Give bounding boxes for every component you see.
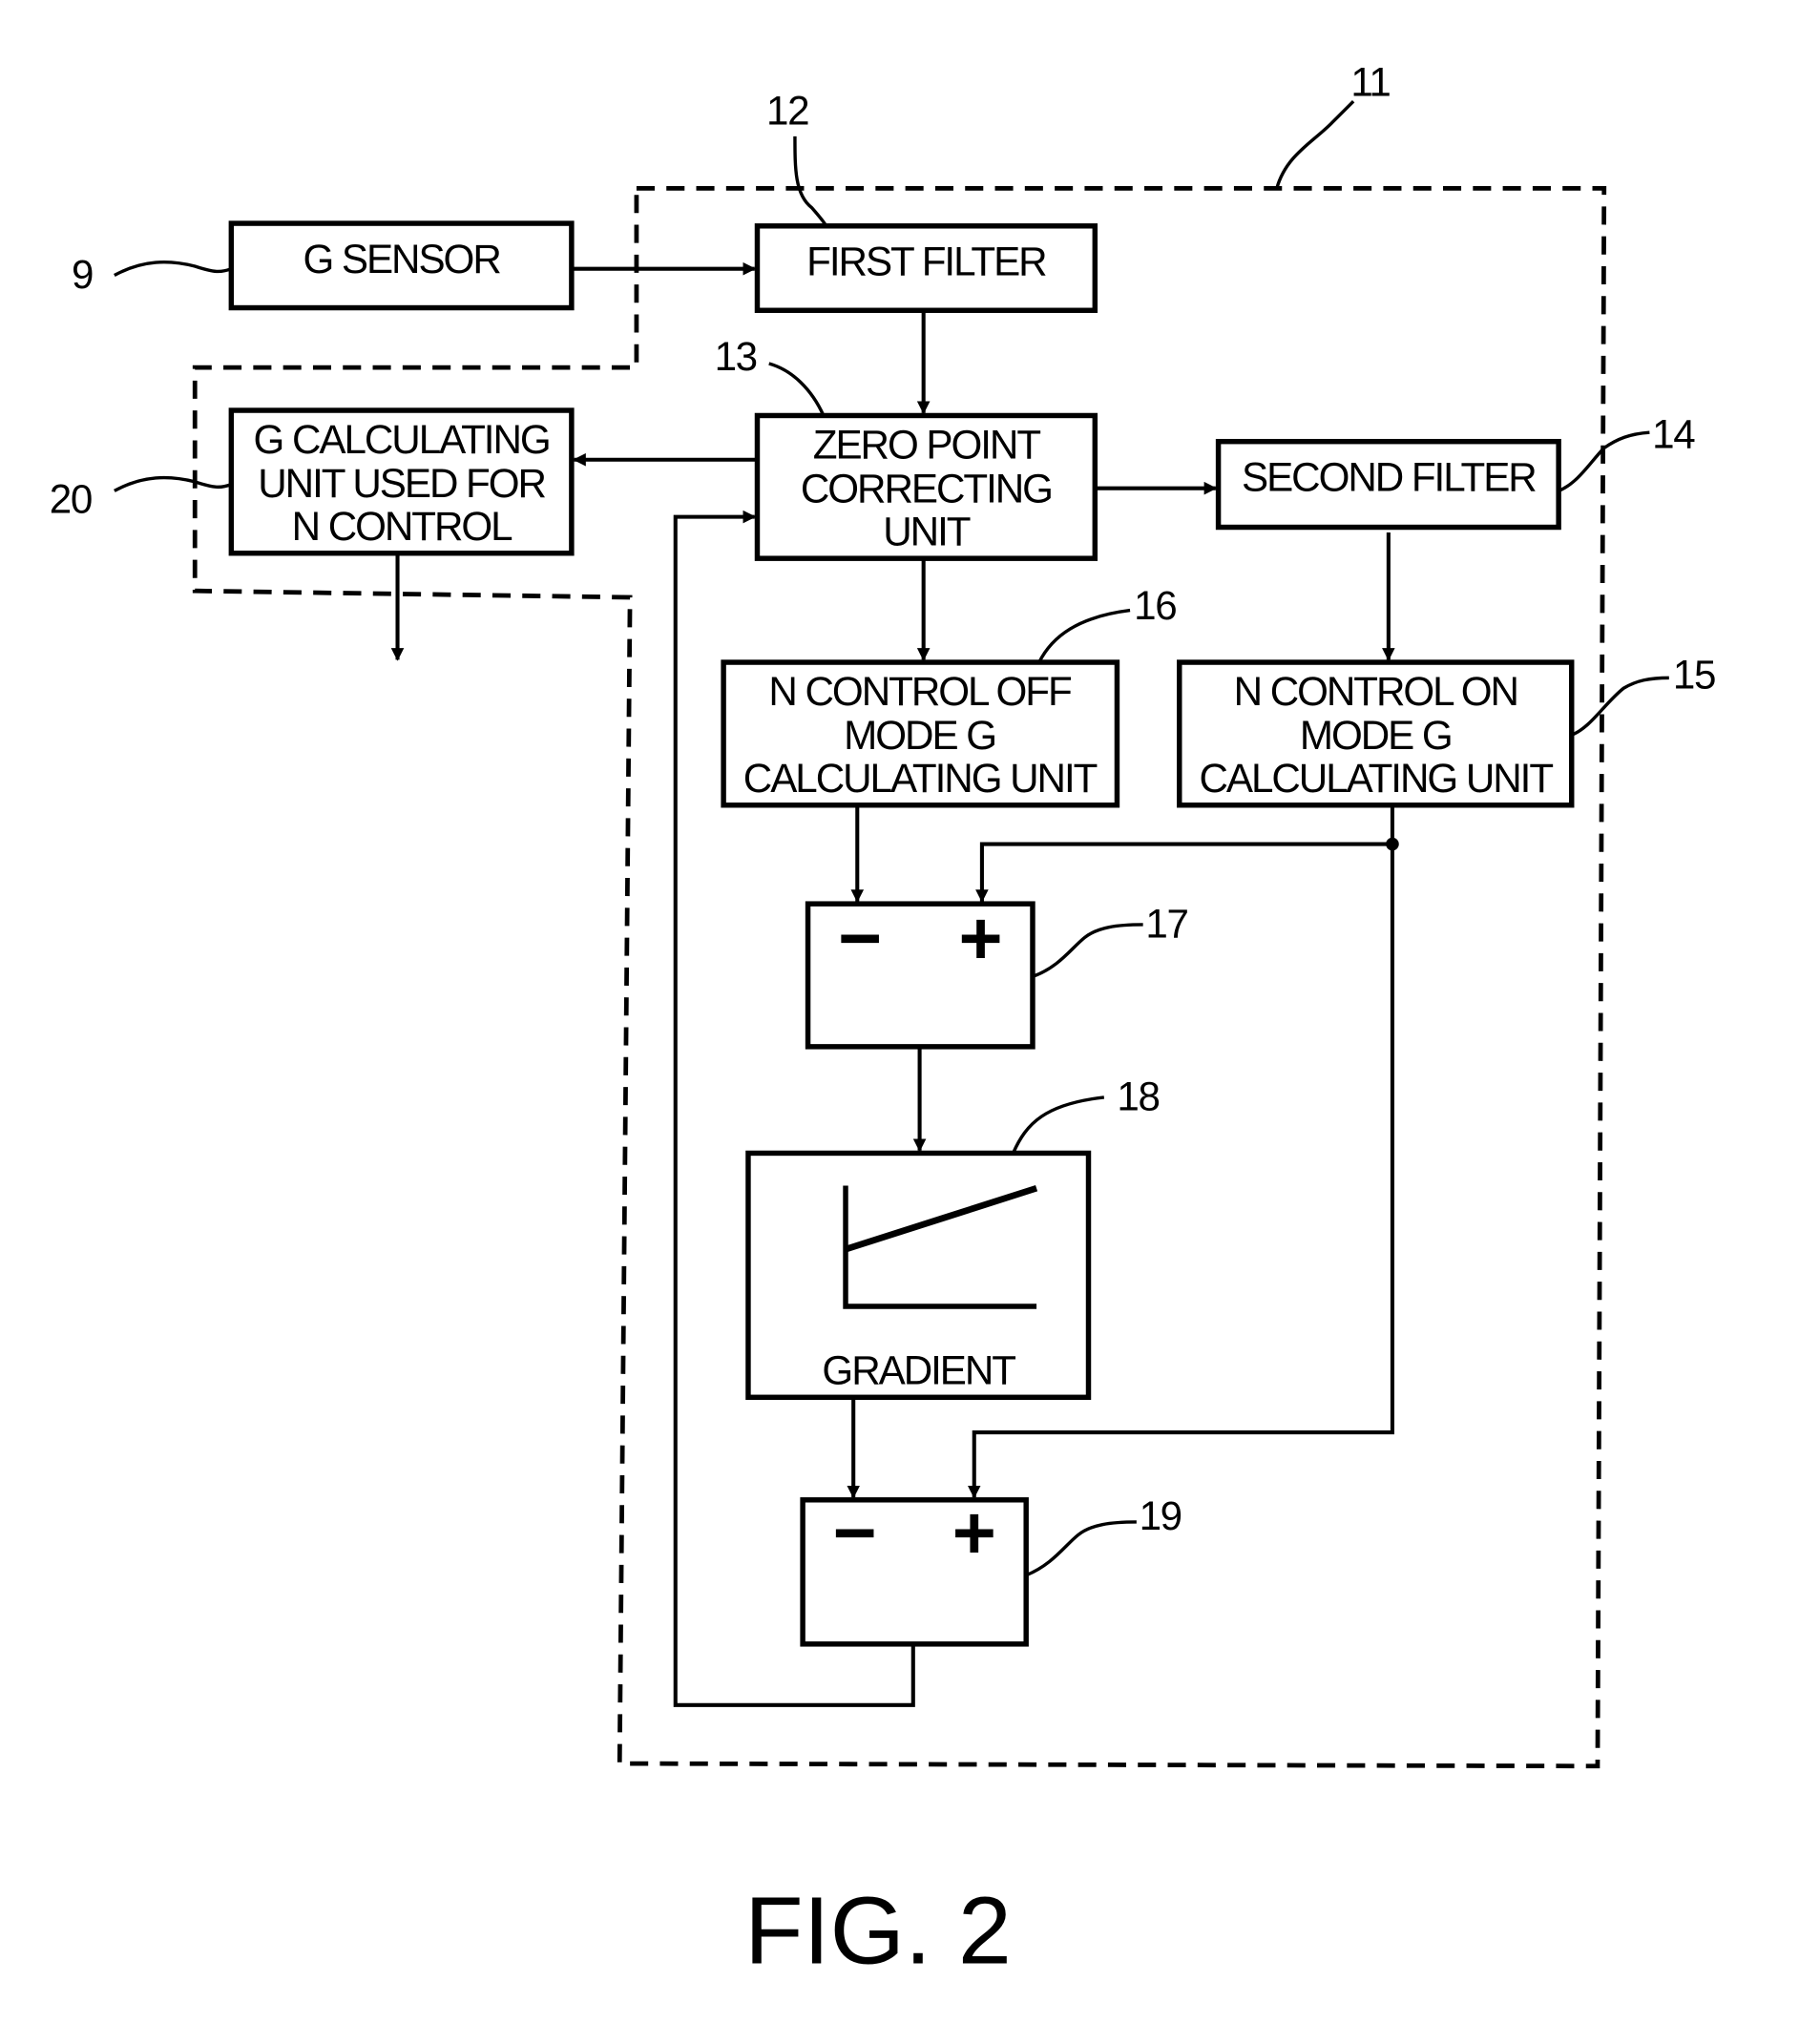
g-calc-line-2: UNIT USED FOR bbox=[258, 461, 545, 506]
g-calc-line-1: G CALCULATING bbox=[254, 417, 550, 462]
g-sensor-label: G SENSOR bbox=[303, 237, 500, 282]
zero-point-line-1: ZERO POINT bbox=[813, 422, 1041, 467]
second-filter-label: SECOND FILTER bbox=[1242, 454, 1536, 499]
ref-leader-9 bbox=[114, 260, 232, 277]
n-off-line-2: MODE G bbox=[844, 713, 995, 758]
subtractor-19-minus: − bbox=[833, 1491, 877, 1575]
ref-label-18: 18 bbox=[1117, 1074, 1159, 1119]
ref-leader-12 bbox=[793, 136, 828, 227]
zero-point-line-2: CORRECTING bbox=[801, 467, 1052, 511]
n-on-line-3: CALCULATING UNIT bbox=[1199, 756, 1553, 801]
ref-label-13: 13 bbox=[715, 334, 757, 379]
ref-label-17: 17 bbox=[1145, 902, 1187, 947]
ref-leader-13 bbox=[768, 362, 826, 417]
ref-label-12: 12 bbox=[766, 89, 808, 134]
subtractor-17-plus: + bbox=[959, 896, 1003, 980]
ref-leader-17 bbox=[1032, 923, 1143, 978]
ref-label-11: 11 bbox=[1350, 60, 1390, 105]
ref-leader-20 bbox=[114, 475, 232, 492]
figure-caption: FIG. 2 bbox=[744, 1878, 1012, 1985]
n-off-line-1: N CONTROL OFF bbox=[768, 669, 1072, 714]
edge-non-to-sub17 bbox=[975, 804, 1394, 903]
n-on-line-1: N CONTROL ON bbox=[1234, 669, 1517, 714]
ref-leader-16 bbox=[1037, 608, 1131, 663]
ref-leader-19 bbox=[1025, 1520, 1137, 1577]
n-off-line-3: CALCULATING UNIT bbox=[743, 756, 1098, 801]
first-filter-label: FIRST FILTER bbox=[806, 240, 1046, 284]
ref-label-14: 14 bbox=[1652, 411, 1695, 456]
ref-label-20: 20 bbox=[50, 477, 92, 522]
ref-leader-11 bbox=[1275, 99, 1355, 189]
ref-label-9: 9 bbox=[72, 252, 93, 297]
g-calc-line-3: N CONTROL bbox=[292, 504, 513, 549]
ref-label-15: 15 bbox=[1673, 652, 1715, 697]
zero-point-line-3: UNIT bbox=[883, 510, 971, 554]
subtractor-17-minus: − bbox=[838, 896, 882, 980]
ref-label-16: 16 bbox=[1134, 583, 1176, 628]
n-on-line-2: MODE G bbox=[1300, 713, 1452, 758]
subtractor-19-plus: + bbox=[952, 1491, 996, 1575]
ref-label-19: 19 bbox=[1140, 1493, 1182, 1538]
block-diagram: 11 G SENSOR 9 FIRST FILTER 12 ZERO POINT… bbox=[50, 60, 1717, 1985]
gradient-label: GRADIENT bbox=[822, 1348, 1015, 1393]
ref-leader-18 bbox=[1012, 1095, 1105, 1155]
ref-leader-15 bbox=[1571, 676, 1669, 737]
